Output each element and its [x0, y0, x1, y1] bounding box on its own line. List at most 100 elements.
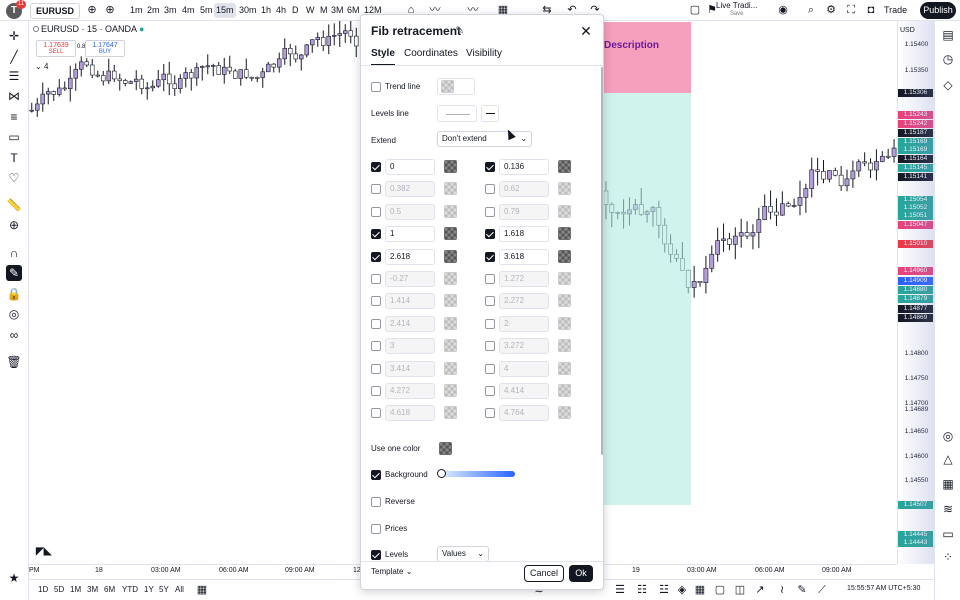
trend-line-style-picker[interactable] — [437, 78, 475, 95]
fib-zone-teal[interactable] — [603, 93, 691, 505]
timeframe-D[interactable]: D — [290, 3, 301, 18]
background-checkbox[interactable] — [371, 470, 381, 480]
level-value-input[interactable]: 2.272 — [499, 293, 549, 310]
close-icon[interactable]: ✕ — [579, 23, 593, 40]
level-value-input[interactable]: 0.382 — [385, 181, 435, 198]
level-color-swatch[interactable] — [444, 339, 457, 353]
level-checkbox[interactable] — [371, 363, 381, 374]
rect-tool-icon[interactable]: ◫ — [733, 583, 747, 597]
legend-collapse[interactable]: ⌄ 4 — [35, 62, 48, 71]
layers-icon[interactable]: ◇ — [940, 77, 956, 93]
add-symbol-icon[interactable]: ⊕ — [103, 3, 117, 17]
level-color-swatch[interactable] — [558, 272, 571, 285]
level-color-swatch[interactable] — [444, 294, 457, 308]
prices-checkbox[interactable] — [371, 524, 381, 534]
level-color-swatch[interactable] — [444, 361, 457, 375]
level-value-input[interactable]: 1.414 — [385, 293, 435, 310]
level-checkbox[interactable] — [485, 363, 495, 374]
level-checkbox[interactable] — [371, 251, 381, 262]
level-color-swatch[interactable] — [444, 160, 457, 173]
layout-name[interactable]: Live Tradi... Save — [716, 1, 757, 19]
level-checkbox[interactable] — [371, 318, 381, 329]
fib-zone-pink[interactable] — [603, 22, 691, 93]
level-checkbox[interactable] — [371, 274, 381, 284]
range-All[interactable]: All — [175, 585, 184, 594]
tool-3-icon[interactable]: ☳ — [657, 583, 671, 597]
pattern-icon[interactable]: ⋈ — [6, 88, 22, 104]
tradingview-logo-icon[interactable]: ◤◣ — [36, 546, 51, 557]
level-checkbox[interactable] — [485, 251, 495, 262]
publish-button[interactable]: Publish — [920, 2, 956, 19]
crosshair-icon[interactable]: ✛ — [6, 28, 22, 44]
level-color-swatch[interactable] — [444, 272, 457, 285]
level-checkbox[interactable] — [485, 318, 495, 329]
watchlist-icon[interactable]: ▤ — [940, 27, 956, 43]
level-color-swatch[interactable] — [558, 182, 571, 196]
level-checkbox[interactable] — [485, 206, 495, 217]
level-color-swatch[interactable] — [558, 227, 571, 241]
level-color-swatch[interactable] — [444, 384, 457, 397]
level-value-input[interactable]: 4 — [499, 360, 549, 377]
level-value-input[interactable]: 0.79 — [499, 203, 549, 220]
level-color-swatch[interactable] — [558, 361, 571, 375]
range-5Y[interactable]: 5Y — [159, 585, 169, 594]
timeframe-W[interactable]: W — [304, 3, 317, 18]
tab-style[interactable]: Style — [371, 48, 395, 66]
trendline-icon[interactable]: ╱ — [6, 49, 22, 65]
brush-icon[interactable]: ▭ — [6, 129, 22, 145]
triangle-icon[interactable]: △ — [940, 451, 956, 467]
search-icon[interactable]: ⌕ — [804, 3, 818, 17]
one-color-swatch[interactable] — [439, 442, 452, 455]
level-value-input[interactable]: 2 — [499, 315, 549, 332]
level-color-swatch[interactable] — [558, 406, 571, 420]
level-color-swatch[interactable] — [558, 204, 571, 218]
extend-select[interactable]: Don't extend ⌄ — [437, 131, 532, 147]
link-icon[interactable]: ∞ — [6, 327, 22, 343]
camera-icon[interactable]: ◘ — [864, 3, 878, 17]
range-5D[interactable]: 5D — [54, 585, 64, 594]
trade-button[interactable]: Trade — [884, 2, 907, 18]
range-YTD[interactable]: YTD — [122, 585, 138, 594]
level-value-input[interactable]: 3.272 — [499, 338, 549, 355]
add-compare-icon[interactable]: ⊕ — [85, 3, 99, 17]
ok-button[interactable]: Ok — [569, 565, 593, 582]
level-value-input[interactable]: 0.62 — [499, 181, 549, 198]
stay-in-drawing-icon[interactable]: ✎ — [6, 265, 22, 281]
level-value-input[interactable]: 0.136 — [499, 159, 549, 175]
magnet-icon[interactable]: ∩ — [6, 245, 22, 261]
dialog-scrollbar[interactable] — [601, 67, 603, 455]
level-value-input[interactable]: 4.272 — [385, 383, 435, 399]
range-6M[interactable]: 6M — [104, 585, 115, 594]
level-value-input[interactable]: 4.764 — [499, 405, 549, 422]
level-color-swatch[interactable] — [444, 182, 457, 196]
trash-icon[interactable]: 🗑 — [6, 354, 22, 370]
level-value-input[interactable]: 1 — [385, 226, 435, 243]
level-color-swatch[interactable] — [444, 406, 457, 420]
rename-pencil-icon[interactable]: ✎ — [455, 24, 464, 37]
legend-symbol[interactable]: EURUSD · 15 · OANDA ● — [33, 24, 144, 34]
level-value-input[interactable]: 4.414 — [499, 383, 549, 399]
level-value-input[interactable]: 1.272 — [499, 271, 549, 287]
fullscreen-icon[interactable]: ⛶ — [844, 3, 858, 17]
alerts-clock-icon[interactable]: ◷ — [940, 51, 956, 67]
level-checkbox[interactable] — [371, 162, 381, 172]
timeframe-15m[interactable]: 15m — [214, 3, 236, 18]
level-checkbox[interactable] — [371, 229, 381, 240]
zoom-icon[interactable]: ⊕ — [6, 217, 22, 233]
favorites-icon[interactable]: ♡ — [6, 170, 22, 186]
object-tree-icon[interactable]: ★ — [6, 570, 22, 586]
timeframe-1m[interactable]: 1m — [128, 3, 145, 18]
text-icon[interactable]: T — [6, 150, 22, 166]
square-tool-icon[interactable]: ▢ — [713, 583, 727, 597]
signal-icon[interactable]: ≋ — [940, 501, 956, 517]
background-opacity-slider[interactable] — [437, 469, 515, 478]
level-value-input[interactable]: 1.618 — [499, 226, 549, 243]
target-icon[interactable]: ◎ — [940, 428, 956, 444]
level-color-swatch[interactable] — [444, 204, 457, 218]
symbol-search-button[interactable]: EURUSD — [30, 3, 80, 19]
fib-icon[interactable]: ☰ — [6, 68, 22, 84]
tool-1-icon[interactable]: ☰ — [613, 583, 627, 597]
level-checkbox[interactable] — [371, 184, 381, 195]
cancel-button[interactable]: Cancel — [524, 565, 564, 582]
level-checkbox[interactable] — [485, 274, 495, 284]
